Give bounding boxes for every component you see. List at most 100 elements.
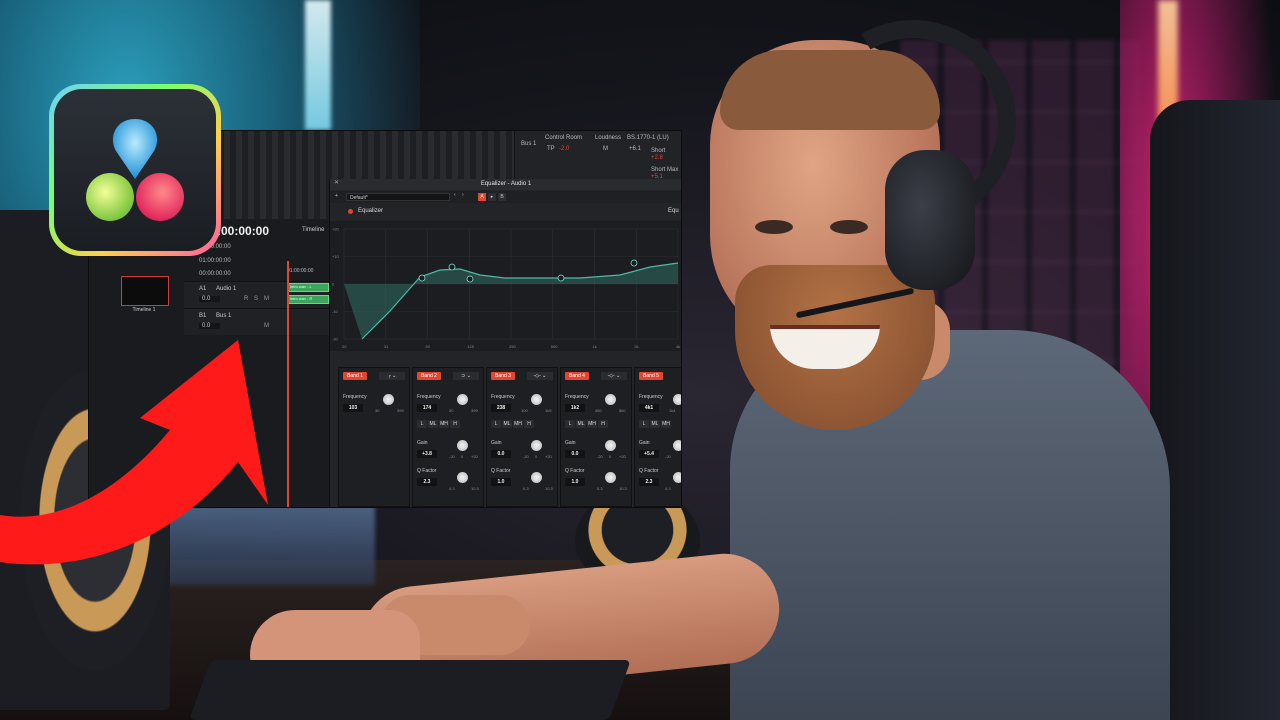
timeline-thumbnail[interactable] (121, 276, 169, 306)
audio-clip-left[interactable]: intro.wav - L (287, 283, 329, 292)
keyboard (189, 660, 631, 720)
frequency-knob[interactable] (605, 394, 616, 405)
band-handle-5[interactable] (630, 259, 638, 267)
band-handle-3[interactable] (466, 275, 474, 283)
q-knob[interactable] (605, 472, 616, 483)
gain-knob[interactable] (531, 440, 542, 451)
q-max: 10.3 (471, 486, 479, 491)
band-label[interactable]: Band 1 (343, 372, 367, 380)
copy-arrow-icon[interactable]: ▸ (488, 193, 496, 201)
band-handle-4[interactable] (557, 274, 565, 282)
frequency-value[interactable]: 238 (491, 404, 511, 412)
b-button[interactable]: B (498, 193, 506, 201)
q-value[interactable]: 1.0 (491, 478, 511, 486)
ml-button[interactable]: ML (502, 420, 512, 428)
timecode-display: :00:00:00 (217, 224, 270, 238)
x-tick-label: 4k (676, 344, 680, 349)
band-shape-select[interactable]: ╭ ⌄ (379, 372, 405, 380)
ml-button[interactable]: ML (650, 420, 660, 428)
freq-min: 100 (521, 408, 528, 413)
frequency-value[interactable]: 1k2 (565, 404, 585, 412)
band-shape-select[interactable]: -◇- ⌄ (601, 372, 627, 380)
eq-graph[interactable]: +20+100-10-2020 31 50 125 250 500 1k 2k 4k (330, 221, 682, 351)
gain-value[interactable]: +5.4 (639, 450, 659, 458)
eye-left (755, 220, 793, 234)
close-icon[interactable]: ✕ (334, 179, 339, 186)
eq-section-label: Equalizer (358, 208, 384, 214)
track-m-button[interactable]: M (264, 323, 269, 329)
gain-value[interactable]: 0.0 (565, 450, 585, 458)
y-tick-label: -10 (332, 309, 339, 314)
q-knob[interactable] (673, 472, 681, 483)
track-volume[interactable]: 0.0 (199, 323, 221, 329)
band-label[interactable]: Band 5 (639, 372, 663, 380)
gain-knob[interactable] (673, 440, 681, 451)
eq-enable-toggle[interactable] (348, 209, 353, 214)
h-button[interactable]: H (598, 420, 608, 428)
q-value[interactable]: 2.3 (639, 478, 659, 486)
track-m-button[interactable]: M (264, 296, 269, 302)
frequency-knob[interactable] (531, 394, 542, 405)
frequency-label: Frequency (417, 394, 441, 400)
band-type-buttons: L ML MH H (565, 420, 609, 428)
l-button[interactable]: L (565, 420, 575, 428)
frequency-label: Frequency (565, 394, 589, 400)
x-tick-label: 1k (593, 344, 597, 349)
l-button[interactable]: L (491, 420, 501, 428)
frequency-knob[interactable] (457, 394, 468, 405)
band-handle-1[interactable] (418, 274, 426, 282)
gain-value[interactable]: 0.0 (491, 450, 511, 458)
gain-label: Gain (565, 440, 576, 446)
q-knob[interactable] (531, 472, 542, 483)
q-value[interactable]: 1.0 (565, 478, 585, 486)
band-shape-select[interactable]: -◇- ⌄ (527, 372, 553, 380)
red-arrow-icon (0, 340, 268, 565)
band-handle-2[interactable] (448, 263, 456, 271)
band-type-buttons: L ML MH H (417, 420, 461, 428)
track-volume[interactable]: 0.0 (199, 296, 221, 302)
track-s-button[interactable]: S (254, 296, 258, 302)
mh-button[interactable]: MH (513, 420, 523, 428)
ml-button[interactable]: ML (576, 420, 586, 428)
h-button[interactable]: H (450, 420, 460, 428)
gain-knob[interactable] (457, 440, 468, 451)
meters-panel: Bus 1 Control Room Loudness BS.1770-1 (L… (514, 131, 681, 186)
bus-label: Bus 1 (521, 141, 537, 147)
frequency-value[interactable]: 4k1 (639, 404, 659, 412)
gain-max: +20 (471, 454, 478, 459)
mh-button[interactable]: MH (587, 420, 597, 428)
logo-inner (54, 89, 216, 251)
mh-button[interactable]: MH (439, 420, 449, 428)
chevron-left-icon[interactable]: ‹ (454, 192, 456, 198)
band-label[interactable]: Band 2 (417, 372, 441, 380)
q-value[interactable]: 2.3 (417, 478, 437, 486)
band-label[interactable]: Band 3 (491, 372, 515, 380)
frequency-value[interactable]: 174 (417, 404, 437, 412)
l-button[interactable]: L (417, 420, 427, 428)
mh-button[interactable]: MH (661, 420, 671, 428)
add-preset-button[interactable]: + (335, 193, 338, 199)
q-min: 0.3 (523, 486, 529, 491)
gain-mid: 0 (609, 454, 612, 459)
x-tick-label: 125 (467, 344, 474, 349)
h-button[interactable]: H (524, 420, 534, 428)
frequency-knob[interactable] (673, 394, 681, 405)
q-knob[interactable] (457, 472, 468, 483)
gain-knob[interactable] (605, 440, 616, 451)
l-button[interactable]: L (639, 420, 649, 428)
band-label[interactable]: Band 4 (565, 372, 589, 380)
band-shape-select[interactable]: ⊃ ⌄ (453, 372, 479, 380)
track-r-button[interactable]: R (244, 296, 248, 302)
ml-button[interactable]: ML (428, 420, 438, 428)
preset-select[interactable]: Default* (346, 193, 450, 201)
gain-value[interactable]: +3.8 (417, 450, 437, 458)
frequency-knob[interactable] (383, 394, 394, 405)
frequency-value[interactable]: 103 (343, 404, 363, 412)
audio-clip-right[interactable]: intro.wav - R (287, 295, 329, 304)
m-value: +6.1 (629, 146, 641, 152)
a-button[interactable]: A (478, 193, 486, 201)
chevron-right-icon[interactable]: › (462, 192, 464, 198)
freq-min: 1k4 (669, 408, 676, 413)
q-min: 0.3 (665, 486, 671, 491)
gain-min: -20 (665, 454, 671, 459)
